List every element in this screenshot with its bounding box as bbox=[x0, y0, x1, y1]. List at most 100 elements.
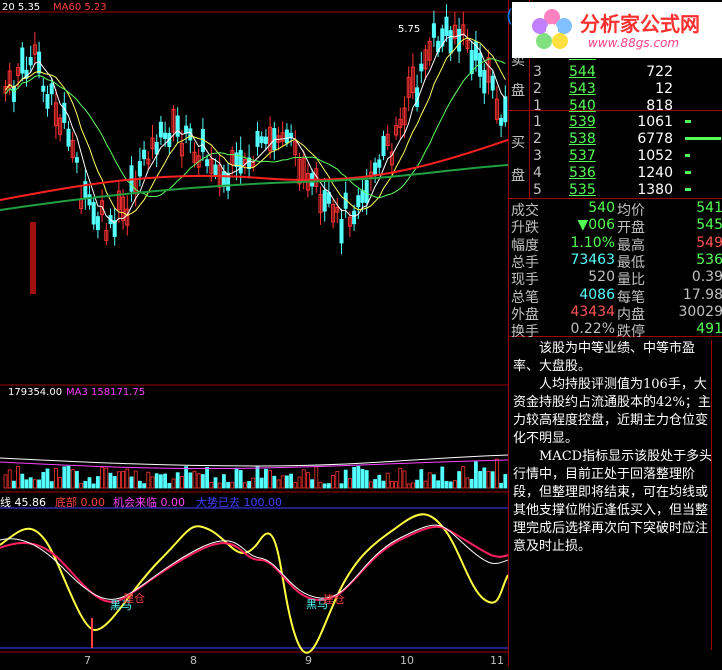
volume-bar bbox=[478, 471, 483, 489]
volume-bar bbox=[272, 475, 277, 489]
volume-bar bbox=[20, 473, 25, 489]
ma60-label: MA60 5.23 bbox=[53, 2, 107, 13]
buy-row[interactable]: 3 537 1052 bbox=[509, 148, 722, 164]
volume-bar bbox=[16, 466, 21, 489]
volume-bar bbox=[301, 469, 306, 489]
sell-row[interactable]: 2 543 12 bbox=[509, 81, 722, 97]
volume-bar bbox=[431, 474, 436, 489]
volume-bar bbox=[490, 471, 495, 489]
volume-bar bbox=[410, 482, 415, 489]
price: 535 bbox=[569, 182, 596, 198]
sell-row[interactable]: 1 540 818 bbox=[509, 98, 722, 114]
volume-bar bbox=[137, 480, 142, 489]
volume-bar bbox=[217, 482, 222, 489]
volume-bar bbox=[685, 154, 690, 157]
price: 543 bbox=[569, 81, 596, 97]
volume-bar bbox=[368, 481, 373, 489]
candle-body bbox=[373, 162, 378, 176]
candle-body bbox=[62, 102, 67, 123]
logo-url: www.88gs.com bbox=[588, 36, 680, 50]
volume-bar bbox=[289, 473, 294, 489]
buy-row[interactable]: 1 539 1061 bbox=[509, 114, 722, 130]
stat-v2: 541 bbox=[696, 200, 722, 216]
volume: 6778 bbox=[637, 131, 673, 147]
volume-bar bbox=[503, 474, 508, 489]
volume-bar bbox=[318, 481, 323, 489]
volume-bar bbox=[192, 470, 197, 489]
candle-body bbox=[499, 117, 504, 126]
scroll-track[interactable] bbox=[711, 340, 712, 650]
volume-bar bbox=[184, 466, 189, 489]
stat-row: 现手 520 量比 0.39 bbox=[509, 269, 722, 288]
volume-bar bbox=[452, 480, 457, 489]
candle-body bbox=[431, 23, 436, 38]
candle-body bbox=[503, 96, 508, 123]
oscillator-signal-line bbox=[0, 524, 509, 600]
sell-row[interactable]: 3 544 722 bbox=[509, 64, 722, 80]
candle-body bbox=[142, 149, 147, 160]
buy-row[interactable]: 5 535 1380 bbox=[509, 182, 722, 198]
price: 539 bbox=[569, 114, 596, 130]
volume-bar bbox=[96, 476, 100, 489]
volume-bar bbox=[280, 475, 285, 489]
stat-v1: ▼006 bbox=[577, 217, 616, 234]
trend-gone-label: 大势已去 100.00 bbox=[196, 496, 282, 509]
volume-bar bbox=[108, 472, 113, 489]
ma60-line bbox=[0, 139, 509, 201]
volume-bar bbox=[356, 465, 361, 489]
volume-bar bbox=[209, 482, 214, 489]
x-tick: 11 bbox=[490, 654, 504, 667]
volume-bar bbox=[685, 120, 691, 123]
volume-bar bbox=[685, 171, 691, 174]
candle-body bbox=[352, 210, 357, 225]
stat-v1: 0.22% bbox=[570, 321, 615, 338]
high-price-label: 5.75 bbox=[398, 24, 421, 35]
candle-body bbox=[158, 121, 163, 138]
volume-bar bbox=[226, 481, 231, 489]
analysis-text: 该股为中等业绩、中等市盈率、大盘股。 人均持股评测值为106手，大资金持股约占流… bbox=[513, 340, 717, 556]
buy-row[interactable]: 2 538 6778 bbox=[509, 131, 722, 147]
candle-body bbox=[49, 83, 54, 95]
volume-bar bbox=[685, 188, 691, 191]
volume-bar bbox=[230, 481, 235, 489]
volume-bar bbox=[322, 483, 327, 489]
candle-body bbox=[381, 135, 386, 157]
ma-prefix: 20 5.35 bbox=[2, 2, 41, 13]
volume-bar bbox=[167, 483, 172, 489]
kline-chart-svg[interactable] bbox=[0, 0, 509, 666]
candle-body bbox=[41, 85, 46, 92]
volume-bar bbox=[326, 483, 331, 489]
volume-bar bbox=[305, 472, 310, 489]
level: 1 bbox=[533, 114, 542, 130]
volume-bar bbox=[360, 468, 365, 489]
x-tick: 7 bbox=[84, 654, 91, 667]
volume-ma2-line bbox=[0, 454, 509, 467]
volume-bar bbox=[389, 480, 394, 489]
stat-row: 幅度 1.10% 最高 549 bbox=[509, 235, 722, 254]
volume: 818 bbox=[646, 98, 673, 114]
volume-bar bbox=[276, 479, 281, 489]
buy-row[interactable]: 4 536 1240 bbox=[509, 165, 722, 181]
candle-body bbox=[205, 159, 210, 167]
volume-bar bbox=[364, 470, 369, 489]
volume-bar bbox=[45, 468, 50, 489]
chart-area[interactable]: 20 5.35 MA60 5.23 5.75 179354.00 MA3 158… bbox=[0, 0, 509, 667]
volume-bar bbox=[448, 481, 453, 489]
analysis-para: MACD指标显示该股处于多头行情中，目前正处于回落整理阶段，但整理即将结束，可在… bbox=[513, 449, 713, 554]
volume-bar bbox=[314, 466, 319, 489]
candle-body bbox=[163, 132, 168, 139]
volume-bar bbox=[205, 466, 210, 489]
volume-bar bbox=[146, 471, 151, 489]
stat-v1: 520 bbox=[588, 269, 615, 286]
volume: 1052 bbox=[637, 148, 673, 164]
volume-bar bbox=[163, 473, 168, 489]
volume-bar bbox=[343, 469, 348, 489]
volume-bar bbox=[251, 477, 256, 489]
volume-bar bbox=[200, 474, 205, 489]
volume: 1240 bbox=[637, 165, 673, 181]
volume-bar bbox=[444, 480, 449, 489]
volume-bar bbox=[440, 466, 445, 489]
stat-row: 外盘 43434 内盘 30029 bbox=[509, 304, 722, 323]
volume-bar bbox=[62, 466, 67, 489]
volume-bar bbox=[70, 469, 75, 489]
